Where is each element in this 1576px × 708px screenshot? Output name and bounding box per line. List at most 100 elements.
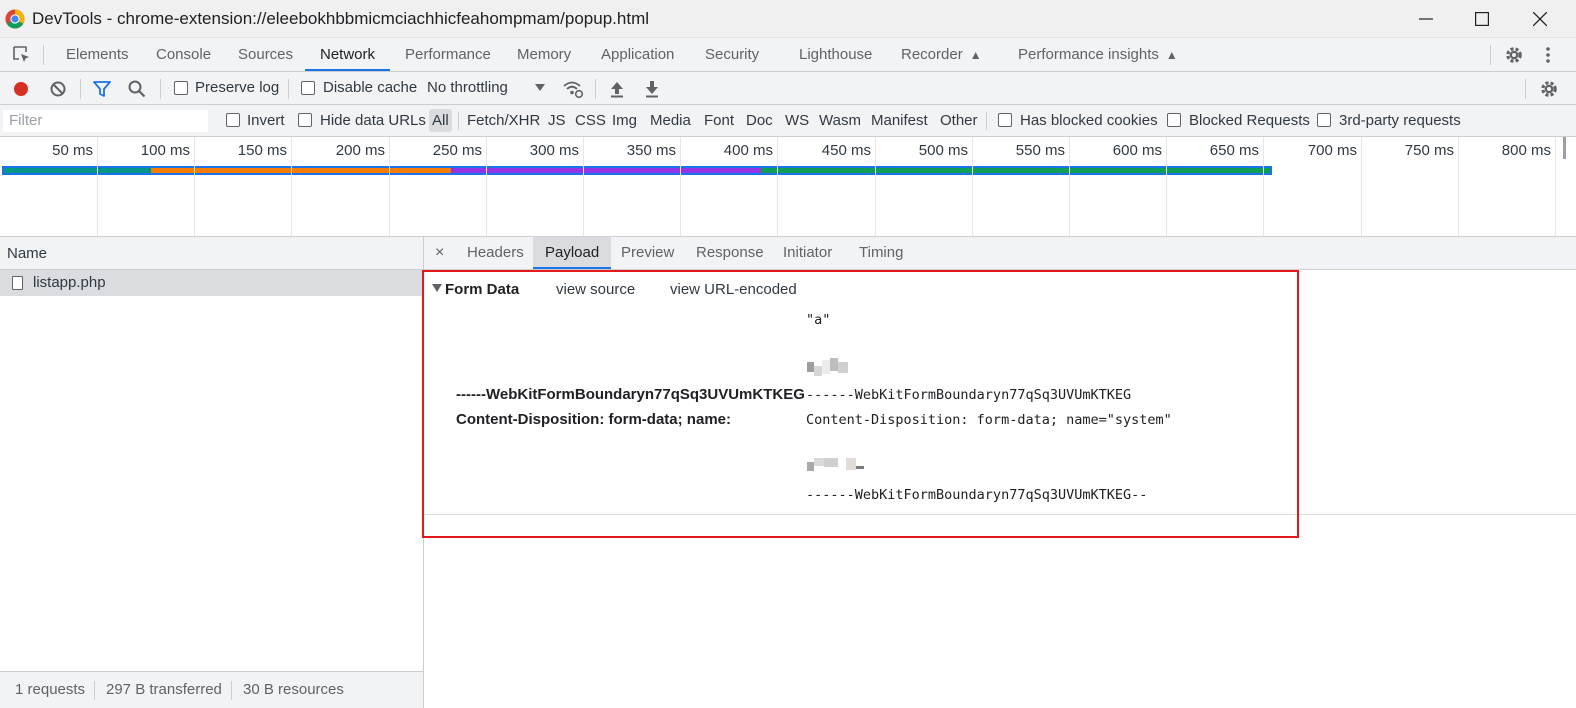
overview-bar-purple-segment — [451, 168, 761, 173]
overview-tick-label: 700 ms — [1307, 142, 1357, 159]
request-name: listapp.php — [33, 274, 106, 291]
filter-type-other[interactable]: Other — [940, 105, 978, 136]
settings-gear-icon[interactable] — [1504, 45, 1524, 65]
maximize-button[interactable] — [1454, 0, 1510, 38]
throttling-value: No throttling — [427, 79, 508, 96]
dropdown-arrow-icon — [535, 84, 545, 91]
network-settings-gear-icon[interactable] — [1539, 79, 1559, 99]
collapse-triangle-icon[interactable] — [432, 284, 442, 292]
overview-gridline — [875, 137, 876, 236]
search-icon[interactable] — [127, 79, 147, 99]
separator — [986, 112, 987, 130]
blocked-requests-checkbox[interactable] — [1167, 113, 1181, 127]
inspect-element-icon[interactable] — [12, 45, 32, 65]
chrome-logo-icon — [5, 9, 25, 29]
overview-tick-label: 300 ms — [529, 142, 579, 159]
filter-input[interactable]: Filter — [2, 109, 209, 133]
filter-type-all[interactable]: All — [429, 109, 452, 132]
overview-tick-label: 50 ms — [52, 142, 93, 159]
overview-gridline — [583, 137, 584, 236]
request-detail-panel: × Headers Payload Preview Response Initi… — [424, 237, 1576, 708]
throttling-select[interactable]: No throttling — [427, 72, 549, 104]
filter-type-wasm[interactable]: Wasm — [819, 105, 861, 136]
form-data-title[interactable]: Form Data — [445, 281, 519, 298]
minimize-icon — [1419, 18, 1433, 20]
filter-funnel-icon[interactable] — [92, 79, 112, 99]
overview-gridline — [291, 137, 292, 236]
form-key: Content-Disposition: form-data; name: — [456, 411, 731, 428]
overview-tick-label: 400 ms — [723, 142, 773, 159]
name-column-header[interactable]: Name — [0, 237, 423, 270]
separator — [80, 79, 81, 99]
separator — [160, 79, 161, 99]
filter-type-font[interactable]: Font — [704, 105, 734, 136]
export-har-icon[interactable] — [643, 79, 661, 99]
experiment-flask-icon: ▲ — [1165, 48, 1178, 62]
filter-type-doc[interactable]: Doc — [746, 105, 773, 136]
transferred-size: 297 B transferred — [106, 681, 222, 698]
tab-network[interactable]: Network — [305, 38, 390, 71]
request-row[interactable]: listapp.php — [0, 270, 423, 296]
tab-performance-insights[interactable]: Performance insights ▲ — [1018, 38, 1178, 71]
document-file-icon — [12, 276, 23, 290]
form-value-line: "a" — [806, 312, 831, 328]
overview-tick-label: 750 ms — [1404, 142, 1454, 159]
clear-icon[interactable] — [48, 79, 68, 99]
experiment-flask-icon: ▲ — [969, 48, 982, 62]
tab-elements[interactable]: Elements — [66, 38, 129, 71]
close-window-button[interactable] — [1512, 0, 1568, 38]
tab-performance[interactable]: Performance — [405, 38, 491, 71]
third-party-requests-checkbox[interactable] — [1317, 113, 1331, 127]
form-value-line: ------WebKitFormBoundaryn77qSq3UVUmKTKEG — [806, 387, 1132, 403]
filter-type-manifest[interactable]: Manifest — [871, 105, 928, 136]
has-blocked-cookies-checkbox[interactable] — [998, 113, 1012, 127]
tab-payload[interactable]: Payload — [533, 237, 612, 269]
hide-data-urls-checkbox[interactable] — [298, 113, 312, 127]
tab-headers[interactable]: Headers — [467, 237, 524, 269]
separator — [1490, 45, 1491, 65]
tab-response[interactable]: Response — [696, 237, 764, 269]
filter-type-ws[interactable]: WS — [785, 105, 809, 136]
minimize-button[interactable] — [1398, 0, 1454, 38]
overview-resize-handle[interactable] — [1563, 137, 1566, 159]
network-conditions-icon[interactable] — [562, 79, 584, 99]
disable-cache-checkbox[interactable] — [301, 81, 315, 95]
tab-lighthouse[interactable]: Lighthouse — [799, 38, 872, 71]
form-value-line: Content-Disposition: form-data; name="sy… — [806, 412, 1172, 428]
tab-initiator[interactable]: Initiator — [783, 237, 832, 269]
form-value-line: ------WebKitFormBoundaryn77qSq3UVUmKTKEG… — [806, 487, 1148, 503]
resources-size: 30 B resources — [243, 681, 344, 698]
invert-checkbox[interactable] — [226, 113, 240, 127]
filter-bar: Filter Invert Hide data URLs All Fetch/X… — [0, 105, 1576, 137]
tab-recorder[interactable]: Recorder ▲ — [901, 38, 982, 71]
filter-type-js[interactable]: JS — [548, 105, 566, 136]
separator — [231, 681, 232, 700]
tab-sources[interactable]: Sources — [238, 38, 293, 71]
tab-memory[interactable]: Memory — [517, 38, 571, 71]
import-har-icon[interactable] — [608, 79, 626, 99]
close-detail-icon[interactable]: × — [435, 237, 444, 269]
network-overview-timeline[interactable]: 50 ms 100 ms 150 ms 200 ms 250 ms 300 ms 350 m… — [0, 137, 1576, 237]
overview-bar-waiting-segment — [4, 168, 151, 173]
tab-preview[interactable]: Preview — [621, 237, 674, 269]
separator — [595, 79, 596, 99]
network-toolbar: Preserve log Disable cache No throttling — [0, 72, 1576, 105]
tab-application[interactable]: Application — [601, 38, 674, 71]
filter-type-css[interactable]: CSS — [575, 105, 606, 136]
more-options-icon[interactable] — [1543, 45, 1553, 65]
tab-console[interactable]: Console — [156, 38, 211, 71]
filter-type-img[interactable]: Img — [612, 105, 637, 136]
filter-type-fetch-xhr[interactable]: Fetch/XHR — [467, 105, 540, 136]
network-summary-bar: 1 requests 297 B transferred 30 B resour… — [0, 671, 423, 708]
record-icon[interactable] — [11, 79, 31, 99]
window-titlebar: DevTools - chrome-extension://eleebokhbb… — [0, 0, 1576, 38]
view-url-encoded-link[interactable]: view URL-encoded — [670, 281, 797, 298]
view-source-link[interactable]: view source — [556, 281, 635, 298]
request-list-panel: Name listapp.php 1 requests 297 B transf… — [0, 237, 424, 708]
overview-gridline — [194, 137, 195, 236]
preserve-log-checkbox[interactable] — [174, 81, 188, 95]
tab-timing[interactable]: Timing — [859, 237, 903, 269]
overview-bar-orange-segment — [151, 168, 451, 173]
tab-security[interactable]: Security — [705, 38, 759, 71]
filter-type-media[interactable]: Media — [650, 105, 691, 136]
